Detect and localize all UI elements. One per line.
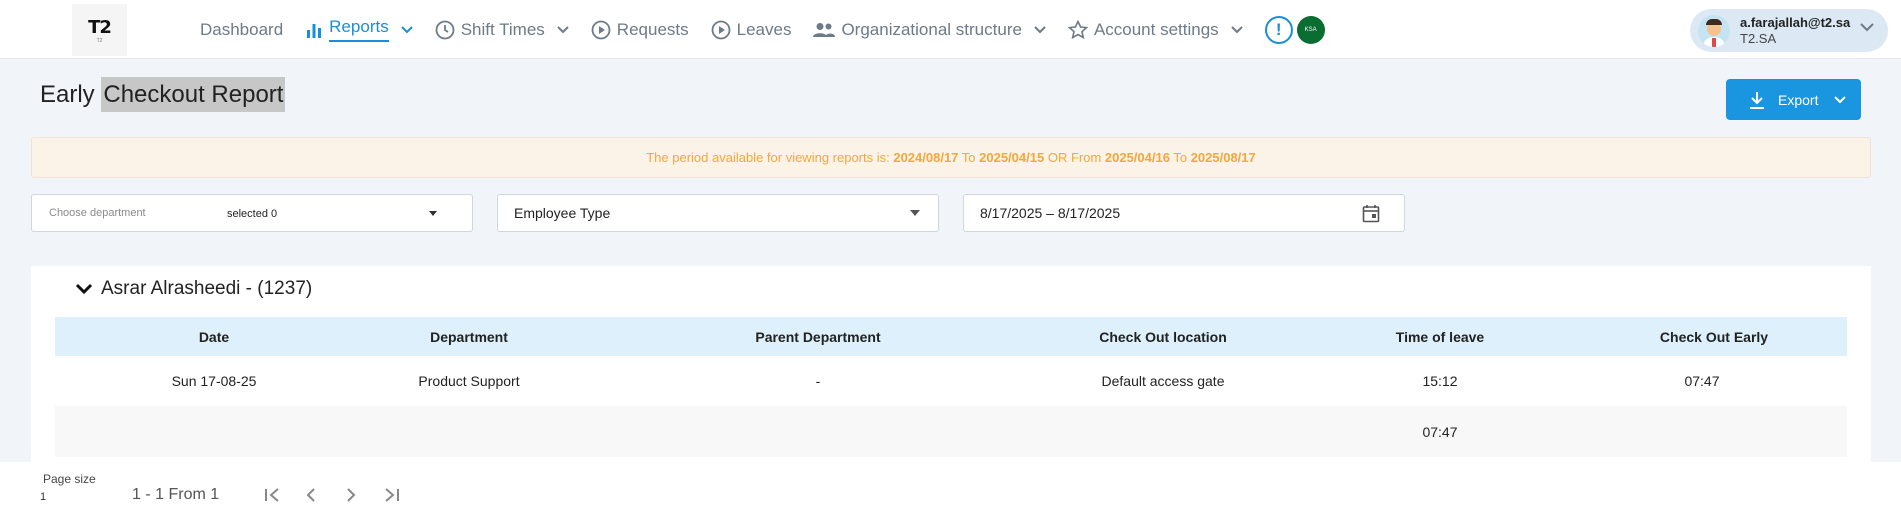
logo-mark: T2 [88, 16, 112, 38]
nav-requests[interactable]: Requests [591, 0, 689, 59]
flag-label: KSA [1304, 26, 1317, 33]
page-range-label: 1 - 1 From 1 [132, 486, 220, 503]
notice-prefix: The period available for viewing reports… [646, 150, 894, 165]
caret-down-icon [429, 211, 437, 216]
employee-group-toggle[interactable]: Asrar Alrasheedi - (1237) [75, 278, 312, 300]
notice-to-2: To [1169, 150, 1191, 165]
department-select[interactable]: Choose department selected 0 [31, 194, 473, 232]
caret-down-icon [910, 210, 920, 216]
page-title-part2: Checkout Report [101, 77, 286, 112]
date-range-value: 8/17/2025 – 8/17/2025 [980, 205, 1121, 221]
star-icon [1067, 19, 1088, 39]
nav-leaves-label: Leaves [736, 19, 792, 39]
page-title: Early Checkout Report [40, 77, 286, 112]
employee-type-select[interactable]: Employee Type [497, 194, 939, 232]
notice-date-2: 2025/04/15 [979, 150, 1045, 165]
last-page-icon[interactable] [382, 487, 400, 503]
notice-date-4: 2025/08/17 [1190, 150, 1256, 165]
notice-to-1: To [958, 150, 980, 165]
chevron-down-icon [1034, 25, 1046, 33]
column-header: Time of leave [1395, 328, 1485, 345]
page-size-select[interactable]: 1 [40, 491, 46, 503]
column-header: Check Out Early [1659, 328, 1769, 345]
logo-subtitle: T2 [96, 37, 103, 44]
paginator: Page size 1 1 - 1 From 1 [0, 462, 1901, 510]
export-button[interactable]: Export [1726, 79, 1861, 120]
notice-or: OR From [1044, 150, 1105, 165]
department-placeholder: Choose department [49, 207, 146, 219]
previous-page-icon[interactable] [304, 487, 318, 503]
employee-type-value: Employee Type [514, 205, 611, 221]
main-nav: Dashboard Reports Shift Times Requests L… [200, 0, 1325, 59]
user-menu[interactable]: a.farajallah@t2.sa T2.SA [1690, 9, 1888, 52]
people-icon [813, 22, 836, 37]
nav-shift-times-label: Shift Times [460, 19, 545, 39]
page-size-label: Page size [43, 472, 96, 486]
table-total-row: 07:47 [55, 406, 1847, 457]
nav-leaves[interactable]: Leaves [711, 0, 792, 59]
top-navbar: T2 T2 Dashboard Reports Shift Times Requ… [0, 0, 1901, 59]
table-header: Date Department Parent Department Check … [55, 317, 1847, 356]
bar-chart-icon [307, 23, 322, 38]
table-row: Sun 17-08-25 Product Support - Default a… [55, 360, 1847, 402]
table-cell: 07:47 [1684, 373, 1720, 389]
play-circle-icon [711, 20, 731, 39]
nav-dashboard-label: Dashboard [200, 19, 284, 39]
first-page-icon[interactable] [264, 487, 282, 503]
department-selected-count: selected 0 [227, 208, 278, 220]
total-time-of-leave: 07:47 [1422, 423, 1458, 440]
notice-date-1: 2024/08/17 [893, 150, 959, 165]
calendar-icon[interactable] [1362, 204, 1380, 223]
nav-reports-label: Reports [329, 17, 389, 42]
nav-shift-times[interactable]: Shift Times [435, 0, 569, 59]
chevron-down-icon [1834, 95, 1847, 103]
nav-requests-label: Requests [616, 19, 689, 39]
notice-date-3: 2025/04/16 [1104, 150, 1170, 165]
chevron-down-icon [1860, 23, 1874, 32]
avatar [1698, 14, 1730, 47]
export-label: Export [1778, 91, 1819, 108]
user-info: a.farajallah@t2.sa T2.SA [1740, 15, 1850, 47]
user-org: T2.SA [1740, 30, 1777, 46]
chevron-down-icon [400, 25, 413, 33]
table-cell: - [815, 373, 821, 389]
download-icon [1750, 91, 1764, 109]
chevron-down-icon [75, 283, 93, 295]
play-circle-icon [591, 20, 611, 39]
nav-org-structure-label: Organizational structure [841, 19, 1022, 39]
next-page-icon[interactable] [344, 487, 358, 503]
table-cell: Product Support [418, 373, 520, 389]
period-notice: The period available for viewing reports… [31, 137, 1871, 178]
nav-reports[interactable]: Reports [305, 0, 413, 59]
language-flag-icon[interactable]: KSA [1296, 15, 1325, 44]
date-range-picker[interactable]: 8/17/2025 – 8/17/2025 [963, 194, 1405, 232]
column-header: Parent Department [755, 328, 881, 345]
company-logo[interactable]: T2 T2 [72, 4, 127, 56]
chevron-down-icon [1230, 25, 1243, 33]
chevron-down-icon [557, 25, 569, 33]
nav-account-settings-label: Account settings [1093, 19, 1219, 39]
page-title-part1: Early [40, 81, 102, 108]
clock-icon [435, 20, 455, 39]
alert-icon[interactable]: ! [1264, 15, 1293, 44]
column-header: Department [430, 328, 508, 345]
alert-glyph: ! [1275, 19, 1282, 39]
nav-organizational-structure[interactable]: Organizational structure [813, 0, 1046, 59]
nav-dashboard[interactable]: Dashboard [200, 0, 283, 59]
employee-group-title: Asrar Alrasheedi - (1237) [101, 278, 313, 299]
nav-account-settings[interactable]: Account settings [1067, 0, 1243, 59]
user-email: a.farajallah@t2.sa [1740, 14, 1851, 30]
